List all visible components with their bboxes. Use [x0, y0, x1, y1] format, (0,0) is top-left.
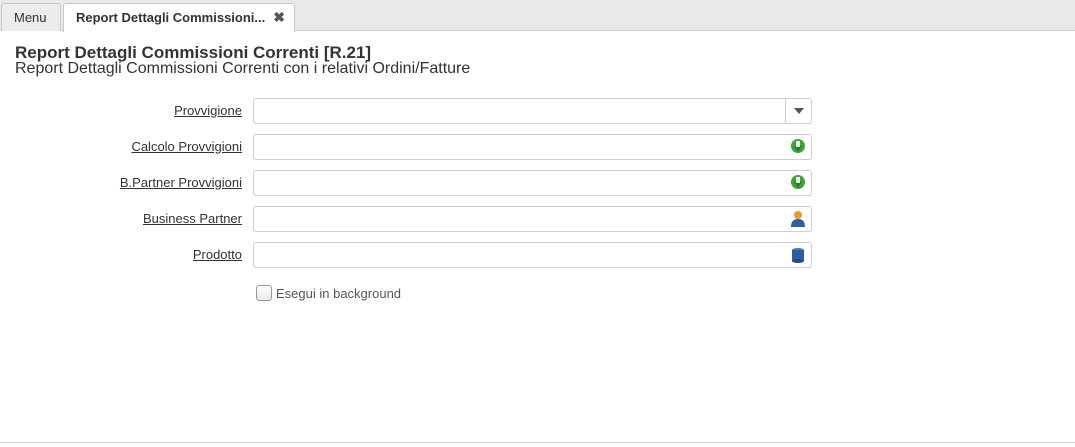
- calcolo-provvigioni-label[interactable]: Calcolo Provvigioni: [131, 139, 242, 154]
- background-checkbox-label[interactable]: Esegui in background: [276, 286, 401, 301]
- prodotto-field[interactable]: [253, 242, 812, 268]
- tab-menu[interactable]: Menu: [1, 3, 61, 31]
- background-option[interactable]: Esegui in background: [256, 285, 401, 301]
- provvigione-label[interactable]: Provvigione: [174, 103, 242, 118]
- calcolo-provvigioni-lookup-button[interactable]: [785, 135, 811, 159]
- business-partner-lookup-button[interactable]: [785, 207, 811, 231]
- person-icon: [791, 211, 805, 227]
- tab-report-label: Report Dettagli Commissioni...: [76, 10, 266, 25]
- bpartner-provvigioni-label[interactable]: B.Partner Provvigioni: [120, 175, 242, 190]
- calcolo-provvigioni-field[interactable]: [253, 134, 812, 160]
- green-arrow-icon: [791, 175, 805, 189]
- page-subtitle: Report Dettagli Commissioni Correnti con…: [15, 60, 471, 77]
- business-partner-field[interactable]: [253, 206, 812, 232]
- product-icon: [792, 248, 804, 263]
- tab-bar: Menu Report Dettagli Commissioni... ✖: [0, 0, 1075, 32]
- divider: [0, 442, 1075, 443]
- prodotto-label[interactable]: Prodotto: [193, 247, 242, 262]
- provvigione-select[interactable]: [253, 98, 812, 124]
- tab-menu-label: Menu: [14, 10, 47, 25]
- chevron-down-icon: [793, 108, 804, 114]
- background-checkbox[interactable]: [256, 285, 272, 301]
- dropdown-button[interactable]: [785, 99, 811, 123]
- close-icon[interactable]: ✖: [273, 4, 285, 31]
- bpartner-provvigioni-lookup-button[interactable]: [785, 171, 811, 195]
- bpartner-provvigioni-field[interactable]: [253, 170, 812, 196]
- prodotto-lookup-button[interactable]: [785, 243, 811, 267]
- tab-report[interactable]: Report Dettagli Commissioni... ✖: [63, 3, 295, 32]
- business-partner-label[interactable]: Business Partner: [143, 211, 242, 226]
- green-arrow-icon: [791, 139, 805, 153]
